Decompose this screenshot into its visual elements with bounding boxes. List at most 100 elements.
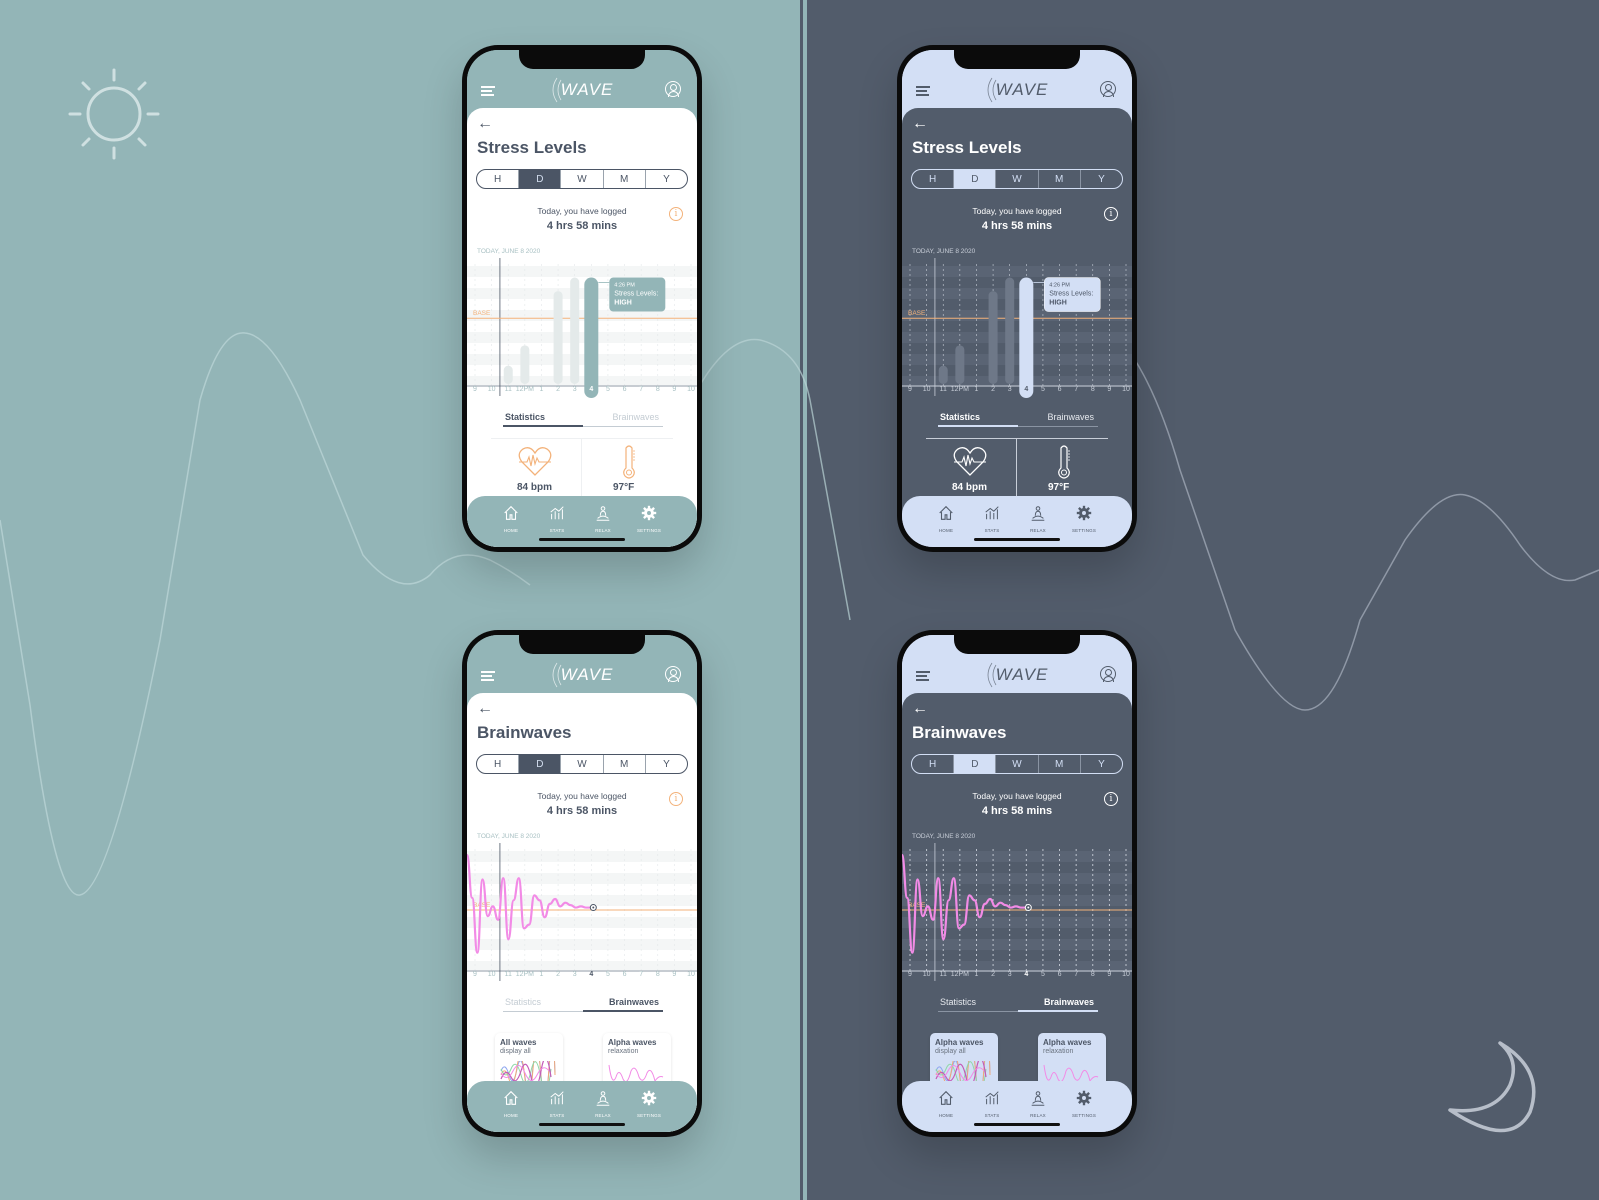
stats-icon bbox=[550, 506, 564, 520]
segment-m[interactable]: M bbox=[604, 755, 646, 773]
tick-label: 2 bbox=[556, 386, 561, 393]
tab-statistics[interactable]: Statistics bbox=[940, 997, 976, 1007]
segment-w[interactable]: W bbox=[996, 170, 1039, 188]
tick-label: 12PM bbox=[950, 971, 969, 978]
tick-label: 12PM bbox=[515, 971, 534, 978]
segment-w[interactable]: W bbox=[561, 170, 604, 188]
menu-icon[interactable] bbox=[481, 86, 495, 98]
segment-y[interactable]: Y bbox=[1081, 755, 1122, 773]
bar-highlight[interactable] bbox=[584, 277, 599, 398]
info-icon[interactable]: i bbox=[1104, 207, 1118, 221]
phone-brainwaves-light: WAVE ← Brainwaves H D W M Y Today, you have logg… bbox=[462, 630, 702, 1137]
segment-h[interactable]: H bbox=[477, 755, 520, 773]
segment-h[interactable]: H bbox=[912, 755, 955, 773]
menu-icon[interactable] bbox=[916, 86, 930, 98]
nav-settings[interactable]: SETTINGS bbox=[629, 1089, 669, 1118]
menu-icon[interactable] bbox=[916, 671, 930, 683]
tick-label: 2 bbox=[556, 971, 561, 978]
tab-statistics[interactable]: Statistics bbox=[505, 412, 545, 422]
x-axis-ticks: 9 10 11 12PM 1 2 3 4 5 6 7 8 9 10 bbox=[902, 971, 1132, 983]
info-icon[interactable]: i bbox=[1104, 792, 1118, 806]
nav-stats[interactable]: STATS bbox=[972, 1089, 1012, 1118]
bar[interactable] bbox=[955, 345, 965, 384]
profile-icon[interactable] bbox=[665, 666, 681, 682]
bar[interactable] bbox=[938, 365, 948, 384]
thermometer-icon bbox=[623, 445, 635, 479]
menu-icon[interactable] bbox=[481, 671, 495, 683]
nav-relax[interactable]: RELAX bbox=[583, 1089, 623, 1118]
info-icon[interactable]: i bbox=[669, 792, 683, 806]
segment-m[interactable]: M bbox=[1039, 170, 1081, 188]
profile-icon[interactable] bbox=[1100, 81, 1116, 97]
bar[interactable] bbox=[553, 291, 563, 384]
chart-date: TODAY, JUNE 8 2020 bbox=[912, 248, 976, 255]
profile-icon[interactable] bbox=[1100, 666, 1116, 682]
card-subtitle: relaxation bbox=[1043, 1048, 1074, 1055]
info-icon[interactable]: i bbox=[669, 207, 683, 221]
nav-stats[interactable]: STATS bbox=[972, 504, 1012, 533]
grid-stripe bbox=[902, 354, 1132, 365]
tooltip-time: 4:26 PM bbox=[1049, 283, 1070, 289]
bar[interactable] bbox=[520, 345, 530, 384]
back-arrow-icon[interactable]: ← bbox=[477, 116, 493, 132]
segment-m[interactable]: M bbox=[604, 170, 646, 188]
segment-d[interactable]: D bbox=[954, 755, 997, 773]
nav-stats[interactable]: STATS bbox=[537, 1089, 577, 1118]
nav-stats[interactable]: STATS bbox=[537, 504, 577, 533]
nav-settings[interactable]: SETTINGS bbox=[1064, 1089, 1104, 1118]
tab-brainwaves[interactable]: Brainwaves bbox=[612, 412, 659, 422]
nav-home[interactable]: HOME bbox=[491, 1089, 531, 1118]
segment-h[interactable]: H bbox=[477, 170, 520, 188]
segment-d[interactable]: D bbox=[519, 755, 562, 773]
bar[interactable] bbox=[1005, 277, 1015, 384]
nav-home[interactable]: HOME bbox=[926, 1089, 966, 1118]
tab-brainwaves[interactable]: Brainwaves bbox=[1044, 997, 1094, 1007]
nav-settings[interactable]: SETTINGS bbox=[629, 504, 669, 533]
segment-d[interactable]: D bbox=[954, 170, 997, 188]
tab-brainwaves[interactable]: Brainwaves bbox=[1047, 412, 1094, 422]
segment-w[interactable]: W bbox=[996, 755, 1039, 773]
tooltip-time: 4:26 PM bbox=[614, 283, 635, 289]
segment-m[interactable]: M bbox=[1039, 755, 1081, 773]
time-range-selector: HDWMY bbox=[911, 754, 1123, 774]
back-arrow-icon[interactable]: ← bbox=[912, 701, 928, 717]
bar[interactable] bbox=[988, 291, 998, 384]
heart-rate-value: 84 bpm bbox=[952, 482, 988, 493]
profile-icon[interactable] bbox=[665, 81, 681, 97]
segment-y[interactable]: Y bbox=[646, 755, 687, 773]
page-title: Brainwaves bbox=[912, 723, 1007, 742]
bar[interactable] bbox=[503, 365, 513, 384]
notch bbox=[519, 635, 645, 654]
nav-home[interactable]: HOME bbox=[491, 504, 531, 533]
tab-brainwaves[interactable]: Brainwaves bbox=[609, 997, 659, 1007]
segment-w[interactable]: W bbox=[561, 755, 604, 773]
base-label: BASE bbox=[473, 902, 491, 909]
relax-icon bbox=[1031, 506, 1045, 521]
nav-relax[interactable]: RELAX bbox=[583, 504, 623, 533]
nav-relax[interactable]: RELAX bbox=[1018, 504, 1058, 533]
back-arrow-icon[interactable]: ← bbox=[477, 701, 493, 717]
bar[interactable] bbox=[570, 277, 580, 384]
nav-relax[interactable]: RELAX bbox=[1018, 1089, 1058, 1118]
segment-h[interactable]: H bbox=[912, 170, 955, 188]
segment-y[interactable]: Y bbox=[646, 170, 687, 188]
card-title: All waves bbox=[500, 1038, 537, 1047]
relax-icon bbox=[596, 506, 610, 521]
tick-label: 5 bbox=[1040, 971, 1045, 978]
tick-label: 12PM bbox=[950, 386, 969, 393]
tab-statistics[interactable]: Statistics bbox=[505, 997, 541, 1007]
tick-label: 6 bbox=[622, 971, 627, 978]
stats-panel: 84 bpm 97°F bbox=[491, 438, 673, 498]
segment-d[interactable]: D bbox=[519, 170, 562, 188]
bar-highlight[interactable] bbox=[1019, 277, 1034, 398]
nav-label: SETTINGS bbox=[1071, 1113, 1097, 1118]
nav-home[interactable]: HOME bbox=[926, 504, 966, 533]
tab-indicator bbox=[503, 425, 583, 427]
card-subtitle: relaxation bbox=[608, 1048, 639, 1055]
back-arrow-icon[interactable]: ← bbox=[912, 116, 928, 132]
base-label: BASE bbox=[908, 902, 926, 909]
nav-settings[interactable]: SETTINGS bbox=[1064, 504, 1104, 533]
tab-statistics[interactable]: Statistics bbox=[940, 412, 980, 422]
segment-y[interactable]: Y bbox=[1081, 170, 1122, 188]
tick-label: 6 bbox=[622, 386, 627, 393]
